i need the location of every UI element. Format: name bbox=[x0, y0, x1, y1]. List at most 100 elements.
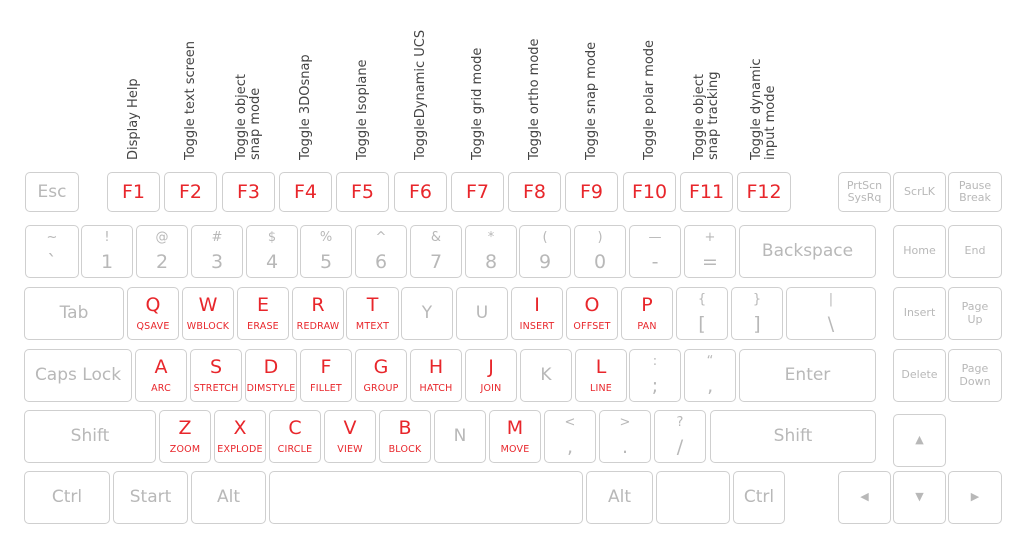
key-z[interactable]: Z ZOOM bbox=[159, 410, 211, 463]
key-b[interactable]: B BLOCK bbox=[379, 410, 431, 463]
key--[interactable]: ▶ bbox=[948, 471, 1002, 524]
key-label: L bbox=[595, 356, 607, 379]
key-p[interactable]: P PAN bbox=[621, 287, 673, 340]
key--[interactable]: :; bbox=[629, 349, 681, 402]
key-ctrl[interactable]: Ctrl bbox=[733, 471, 785, 524]
key-7[interactable]: & 7 bbox=[410, 225, 462, 278]
key-blank[interactable] bbox=[656, 471, 730, 524]
key-l[interactable]: L LINE bbox=[575, 349, 627, 402]
key-pause-break[interactable]: Pause Break bbox=[948, 172, 1002, 212]
key-m[interactable]: M MOVE bbox=[489, 410, 541, 463]
key-g[interactable]: G GROUP bbox=[355, 349, 407, 402]
key-v[interactable]: V VIEW bbox=[324, 410, 376, 463]
key-n[interactable]: N bbox=[434, 410, 486, 463]
key-w[interactable]: W WBLOCK bbox=[182, 287, 234, 340]
key-2[interactable]: @2 bbox=[136, 225, 188, 278]
key--[interactable]: | \ bbox=[786, 287, 876, 340]
key-c[interactable]: C CIRCLE bbox=[269, 410, 321, 463]
key--[interactable]: ~ ` bbox=[25, 225, 79, 278]
key-alt[interactable]: Alt bbox=[586, 471, 653, 524]
key--[interactable]: ▼ bbox=[893, 471, 946, 524]
key-insert[interactable]: Insert bbox=[893, 287, 946, 340]
key-label: Start bbox=[129, 487, 172, 508]
key-6[interactable]: ^ 6 bbox=[355, 225, 407, 278]
key-s[interactable]: S STRETCH bbox=[190, 349, 242, 402]
key-0[interactable]: ) 0 bbox=[574, 225, 626, 278]
key-e[interactable]: E ERASE bbox=[237, 287, 289, 340]
key-scrlk[interactable]: ScrLK bbox=[893, 172, 946, 212]
key-end[interactable]: End bbox=[948, 225, 1002, 278]
key-alt[interactable]: Alt bbox=[191, 471, 266, 524]
key--[interactable]: >. bbox=[599, 410, 651, 463]
key-3[interactable]: #3 bbox=[191, 225, 243, 278]
key-f3[interactable]: F3 bbox=[222, 172, 275, 212]
key-esc[interactable]: Esc bbox=[25, 172, 79, 212]
key-page-up[interactable]: Page Up bbox=[948, 287, 1002, 340]
key-f9[interactable]: F9 bbox=[565, 172, 618, 212]
key-page-down[interactable]: Page Down bbox=[948, 349, 1002, 402]
key-f[interactable]: F FILLET bbox=[300, 349, 352, 402]
key-x[interactable]: X EXPLODE bbox=[214, 410, 266, 463]
key-1[interactable]: ! 1 bbox=[81, 225, 133, 278]
key-j[interactable]: J JOIN bbox=[465, 349, 517, 402]
key-f10[interactable]: F10 bbox=[623, 172, 676, 212]
key-tab[interactable]: Tab bbox=[24, 287, 124, 340]
key-enter[interactable]: Enter bbox=[739, 349, 876, 402]
key-shift-label: ^ bbox=[375, 229, 387, 245]
key-start[interactable]: Start bbox=[113, 471, 188, 524]
key--[interactable]: + = bbox=[684, 225, 736, 278]
key--[interactable]: {[ bbox=[676, 287, 728, 340]
key-ctrl[interactable]: Ctrl bbox=[24, 471, 110, 524]
key-f1[interactable]: F1 bbox=[107, 172, 160, 212]
key-4[interactable]: $4 bbox=[246, 225, 298, 278]
key-i[interactable]: I INSERT bbox=[511, 287, 563, 340]
key-prtscn-sysrq[interactable]: PrtScn SysRq bbox=[838, 172, 891, 212]
key--[interactable]: ▲ bbox=[893, 414, 946, 467]
key-h[interactable]: H HATCH bbox=[410, 349, 462, 402]
key-u[interactable]: U bbox=[456, 287, 508, 340]
key-o[interactable]: O OFFSET bbox=[566, 287, 618, 340]
key-9[interactable]: (9 bbox=[519, 225, 571, 278]
key--[interactable]: ◀ bbox=[838, 471, 891, 524]
key-shift[interactable]: Shift bbox=[24, 410, 156, 463]
key-a[interactable]: A ARC bbox=[135, 349, 187, 402]
key-label: S bbox=[209, 356, 223, 379]
key-t[interactable]: T MTEXT bbox=[346, 287, 399, 340]
key-label: F10 bbox=[631, 180, 668, 203]
key-5[interactable]: % 5 bbox=[300, 225, 352, 278]
key-home[interactable]: Home bbox=[893, 225, 946, 278]
key-k[interactable]: K bbox=[520, 349, 572, 402]
key-backspace[interactable]: Backspace bbox=[739, 225, 876, 278]
key--[interactable]: ? / bbox=[654, 410, 706, 463]
key-label: D bbox=[263, 356, 279, 379]
key--[interactable]: <, bbox=[544, 410, 596, 463]
key-r[interactable]: R REDRAW bbox=[292, 287, 344, 340]
key-d[interactable]: D DIMSTYLE bbox=[245, 349, 297, 402]
key-shift[interactable]: Shift bbox=[710, 410, 876, 463]
key--[interactable]: “‚ bbox=[684, 349, 736, 402]
key-y[interactable]: Y bbox=[401, 287, 453, 340]
key-caps-lock[interactable]: Caps Lock bbox=[24, 349, 132, 402]
key--[interactable]: — - bbox=[629, 225, 681, 278]
key-f7[interactable]: F7 bbox=[451, 172, 504, 212]
key-shift-label: + bbox=[704, 229, 716, 245]
key-label: 4 bbox=[265, 250, 279, 273]
key-f2[interactable]: F2 bbox=[164, 172, 217, 212]
key-f11[interactable]: F11 bbox=[680, 172, 733, 212]
key-8[interactable]: * 8 bbox=[465, 225, 517, 278]
key-f6[interactable]: F6 bbox=[394, 172, 447, 212]
key-f5[interactable]: F5 bbox=[336, 172, 389, 212]
key-delete[interactable]: Delete bbox=[893, 349, 946, 402]
key-f8[interactable]: F8 bbox=[508, 172, 561, 212]
key-space[interactable] bbox=[269, 471, 583, 524]
key--[interactable]: }] bbox=[731, 287, 783, 340]
key-f4[interactable]: F4 bbox=[279, 172, 332, 212]
key-label: F1 bbox=[121, 180, 146, 203]
key-q[interactable]: Q QSAVE bbox=[127, 287, 179, 340]
key-label: Tab bbox=[59, 303, 89, 324]
caption-f10: Toggle polar mode bbox=[641, 39, 657, 160]
key-label: F3 bbox=[236, 180, 261, 203]
key-label: Shift bbox=[773, 426, 813, 447]
key-f12[interactable]: F12 bbox=[737, 172, 791, 212]
key-label: M bbox=[506, 417, 524, 440]
